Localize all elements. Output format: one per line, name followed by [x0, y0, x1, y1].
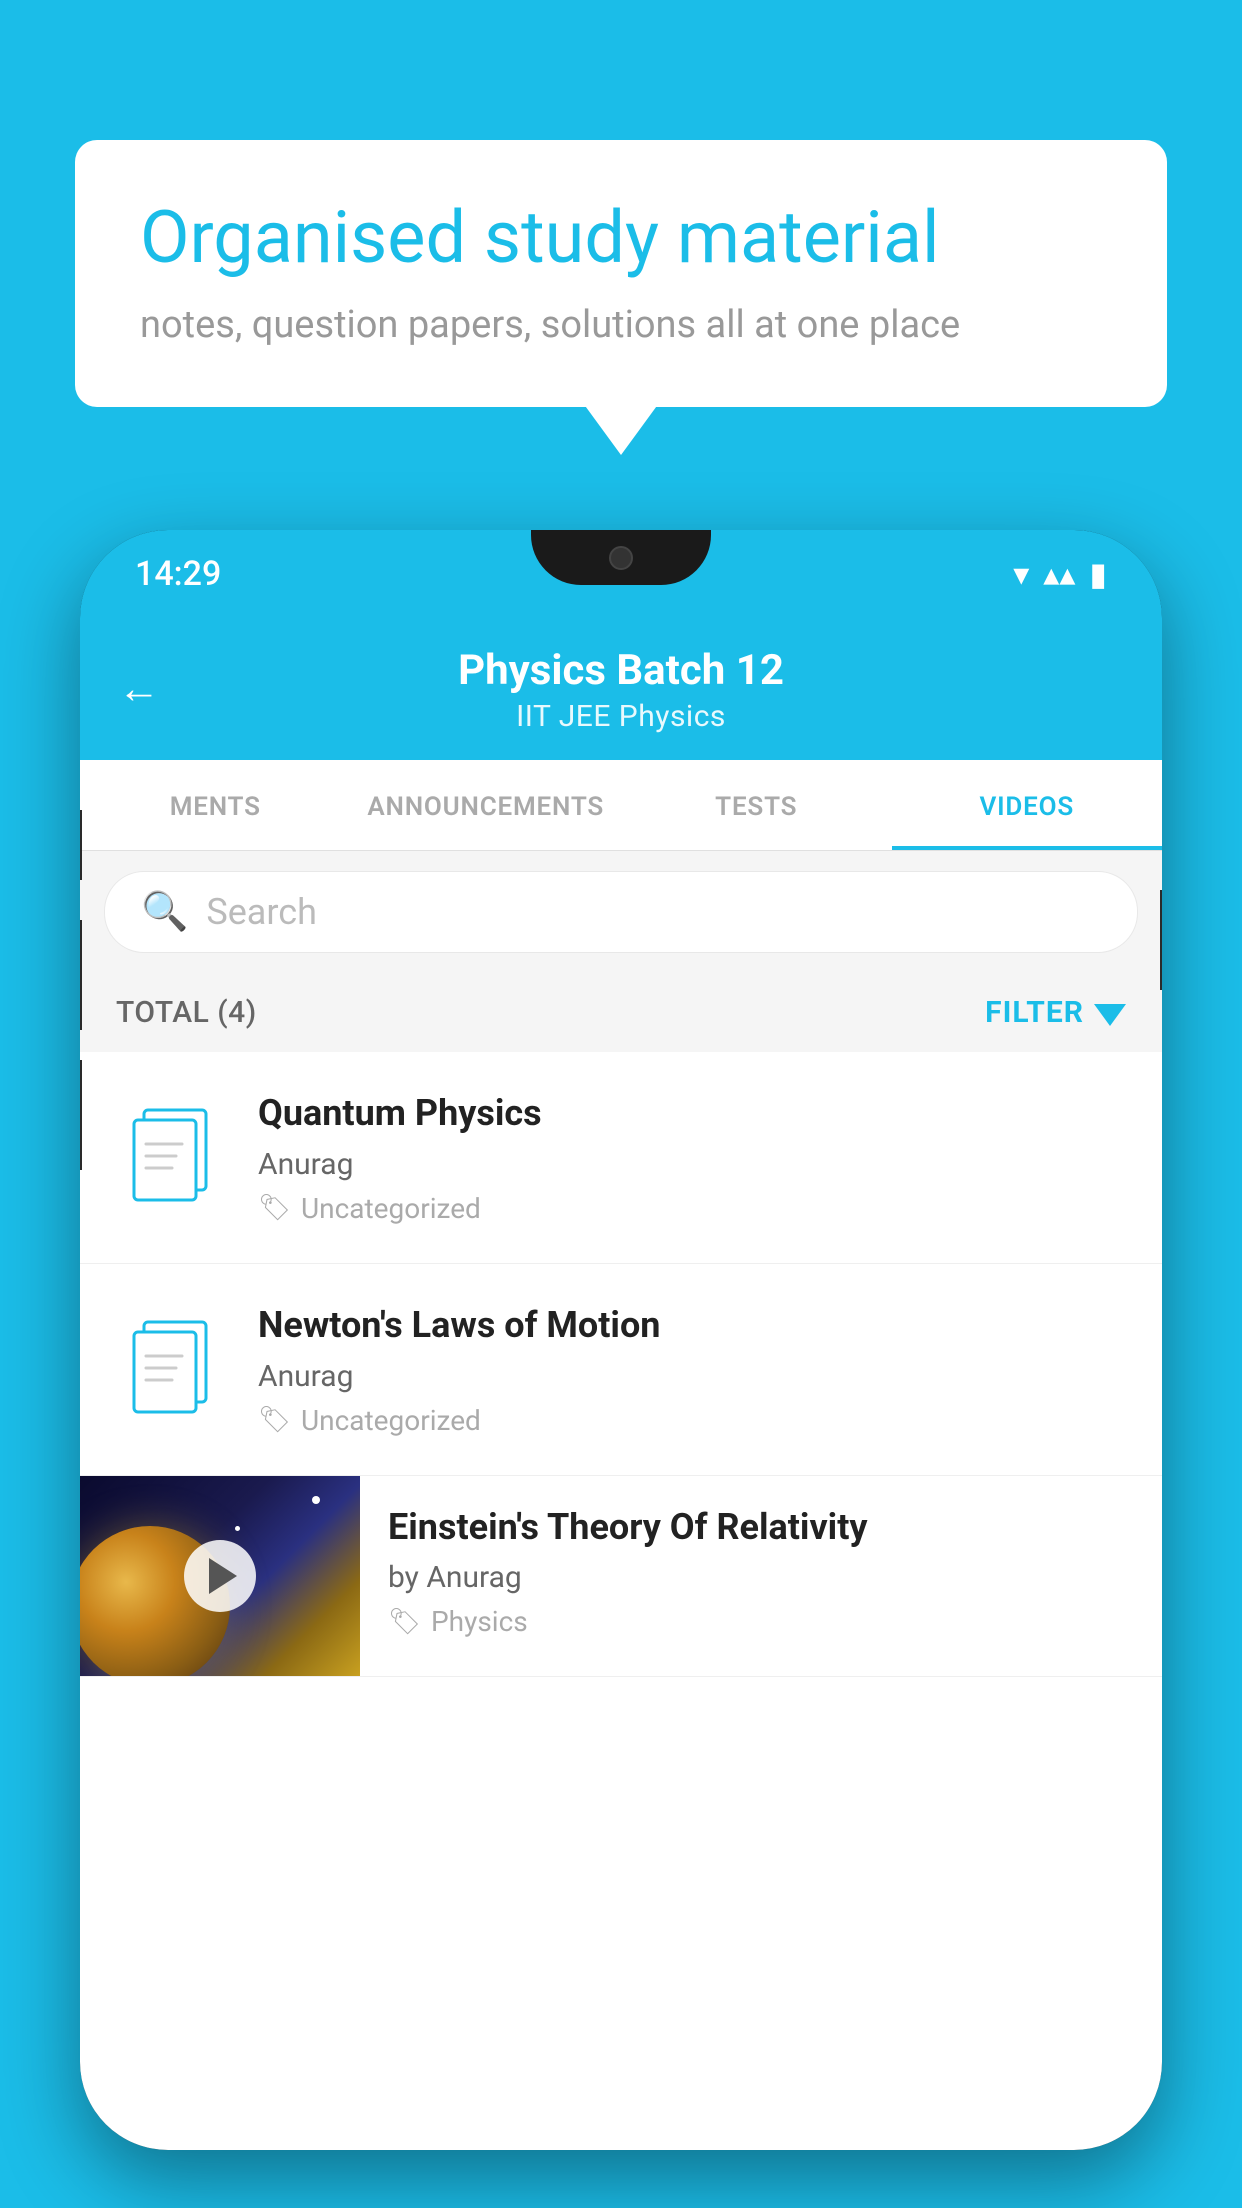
- search-bar[interactable]: 🔍 Search: [104, 871, 1138, 953]
- status-time: 14:29: [135, 554, 221, 594]
- phone-screen: ← Physics Batch 12 IIT JEE Physics MENTS…: [80, 618, 1162, 2150]
- volume-down-button: [80, 1060, 82, 1170]
- video-tag: 🏷 Uncategorized: [258, 1192, 1126, 1225]
- wifi-icon: ▾: [1013, 555, 1029, 593]
- status-icons: ▾ ▴▴ ▮: [1013, 555, 1107, 593]
- video-thumbnail: [80, 1476, 360, 1676]
- tag-icon: 🏷: [258, 1405, 291, 1435]
- video-doc-icon: [116, 1309, 226, 1429]
- search-input[interactable]: Search: [206, 891, 317, 933]
- video-title: Newton's Laws of Motion: [258, 1302, 1126, 1349]
- filter-icon: [1094, 1004, 1126, 1026]
- video-info: Einstein's Theory Of Relativity by Anura…: [360, 1476, 1162, 1667]
- tag-icon: 🏷: [388, 1607, 421, 1637]
- list-item[interactable]: Einstein's Theory Of Relativity by Anura…: [80, 1476, 1162, 1677]
- filter-bar: TOTAL (4) FILTER: [80, 973, 1162, 1052]
- power-button: [1160, 890, 1162, 990]
- tab-bar: MENTS ANNOUNCEMENTS TESTS VIDEOS: [80, 760, 1162, 851]
- total-count: TOTAL (4): [116, 995, 257, 1030]
- phone-wrapper: 14:29 ▾ ▴▴ ▮ ← Physics Batch 12 IIT JEE …: [80, 530, 1162, 2208]
- video-title: Quantum Physics: [258, 1090, 1126, 1137]
- video-doc-icon: [116, 1097, 226, 1217]
- search-icon: 🔍: [141, 890, 188, 934]
- battery-icon: ▮: [1089, 555, 1107, 593]
- camera: [609, 546, 633, 570]
- status-bar: 14:29 ▾ ▴▴ ▮: [80, 530, 1162, 618]
- app-header: ← Physics Batch 12 IIT JEE Physics: [80, 618, 1162, 760]
- headline: Organised study material: [140, 195, 1102, 281]
- speech-bubble: Organised study material notes, question…: [75, 140, 1167, 407]
- tab-ments[interactable]: MENTS: [80, 760, 351, 850]
- video-tag: 🏷 Uncategorized: [258, 1404, 1126, 1437]
- app-title: Physics Batch 12: [458, 646, 784, 695]
- tag-text: Physics: [431, 1605, 528, 1638]
- list-item[interactable]: Newton's Laws of Motion Anurag 🏷 Uncateg…: [80, 1264, 1162, 1476]
- tab-tests[interactable]: TESTS: [621, 760, 892, 850]
- back-button[interactable]: ←: [118, 665, 160, 714]
- notch: [531, 530, 711, 585]
- video-list: Quantum Physics Anurag 🏷 Uncategorized: [80, 1052, 1162, 1677]
- video-author: Anurag: [258, 1359, 1126, 1394]
- video-author: Anurag: [258, 1147, 1126, 1182]
- phone-device: 14:29 ▾ ▴▴ ▮ ← Physics Batch 12 IIT JEE …: [80, 530, 1162, 2150]
- star-decoration: [312, 1496, 320, 1504]
- subtext: notes, question papers, solutions all at…: [140, 303, 1102, 347]
- play-button[interactable]: [184, 1540, 256, 1612]
- tag-text: Uncategorized: [301, 1192, 481, 1225]
- video-info: Quantum Physics Anurag 🏷 Uncategorized: [258, 1090, 1126, 1225]
- video-author: by Anurag: [388, 1560, 1134, 1595]
- video-tag: 🏷 Physics: [388, 1605, 1134, 1638]
- video-title: Einstein's Theory Of Relativity: [388, 1504, 1134, 1551]
- filter-button[interactable]: FILTER: [985, 995, 1126, 1030]
- list-item[interactable]: Quantum Physics Anurag 🏷 Uncategorized: [80, 1052, 1162, 1264]
- app-subtitle: IIT JEE Physics: [516, 699, 726, 734]
- tab-announcements[interactable]: ANNOUNCEMENTS: [351, 760, 622, 850]
- tag-icon: 🏷: [258, 1193, 291, 1223]
- volume-up-button: [80, 920, 82, 1030]
- search-container: 🔍 Search: [80, 851, 1162, 973]
- signal-icon: ▴▴: [1043, 555, 1075, 593]
- video-info: Newton's Laws of Motion Anurag 🏷 Uncateg…: [258, 1302, 1126, 1437]
- star-decoration: [235, 1526, 240, 1531]
- tag-text: Uncategorized: [301, 1404, 481, 1437]
- tab-videos[interactable]: VIDEOS: [892, 760, 1163, 850]
- play-triangle-icon: [209, 1558, 237, 1594]
